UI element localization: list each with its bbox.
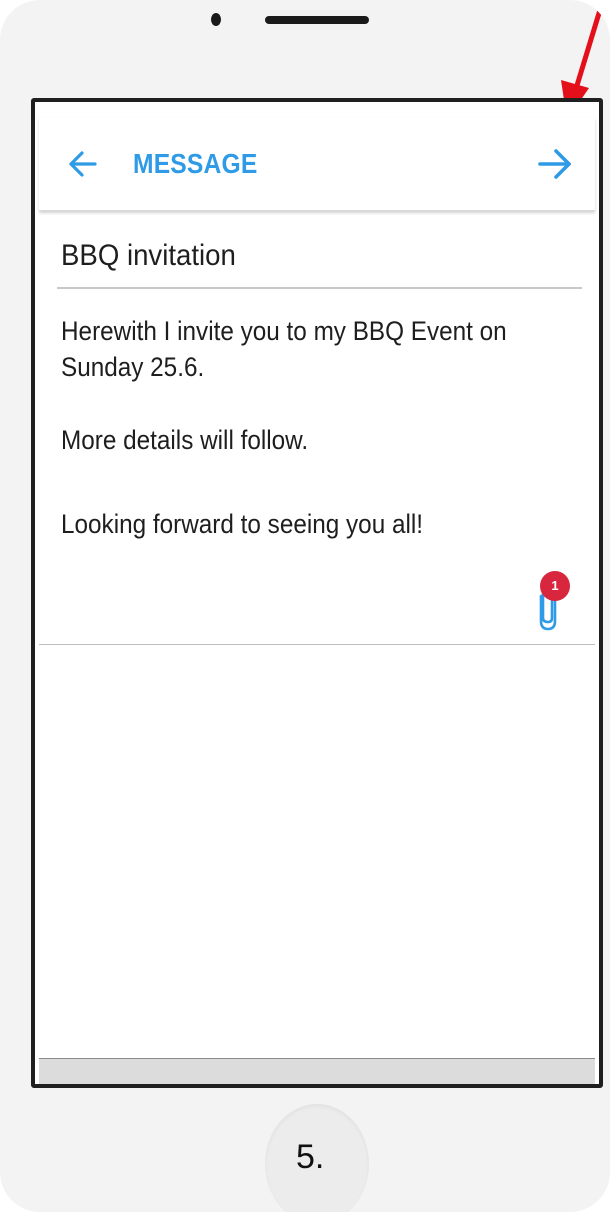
front-camera <box>211 13 221 26</box>
message-body-line: More details will follow. <box>61 425 309 455</box>
bottom-bar <box>39 1058 595 1084</box>
message-body-line: Looking forward to seeing you all! <box>61 509 424 539</box>
page-title: MESSAGE <box>133 148 258 179</box>
attachment-count-badge: 1 <box>540 571 570 601</box>
step-label: 5. <box>296 1138 325 1176</box>
message-subject: BBQ invitation <box>61 239 236 272</box>
message-divider <box>39 644 595 645</box>
phone-screen: MESSAGE BBQ invitation Herewith I invite… <box>31 98 603 1088</box>
earpiece-speaker <box>265 16 369 24</box>
arrow-right-icon[interactable] <box>535 144 575 184</box>
message-body-line: Herewith I invite you to my BBQ Event on <box>61 316 507 346</box>
phone-frame: MESSAGE BBQ invitation Herewith I invite… <box>0 0 610 1212</box>
arrow-left-icon[interactable] <box>65 146 101 182</box>
subject-divider <box>57 287 582 289</box>
message-body-line: Sunday 25.6. <box>61 352 205 382</box>
app-header: MESSAGE <box>39 118 595 211</box>
